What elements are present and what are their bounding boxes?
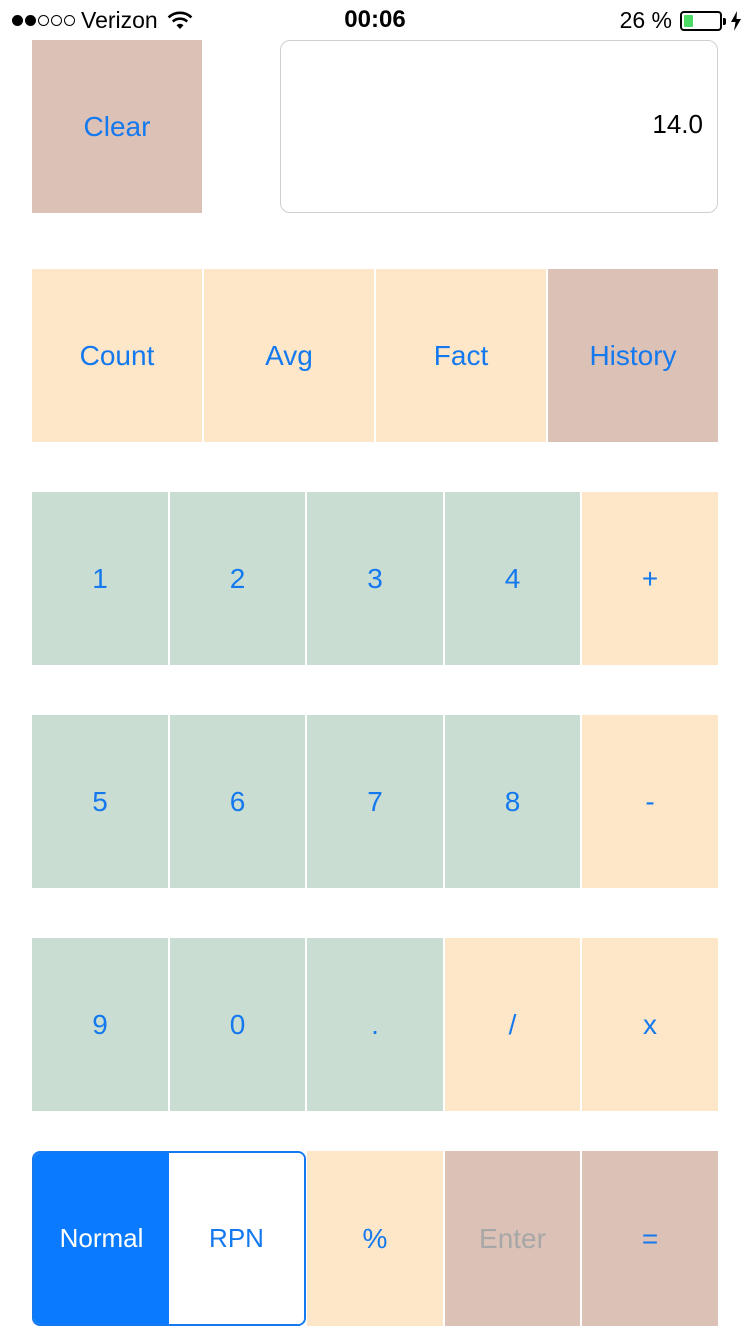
decimal-point-button[interactable]: .	[307, 938, 443, 1111]
digit-0-button[interactable]: 0	[170, 938, 305, 1111]
digit-3-button[interactable]: 3	[307, 492, 443, 665]
percent-button[interactable]: %	[307, 1151, 443, 1326]
subtract-button[interactable]: -	[582, 715, 718, 888]
add-button[interactable]: +	[582, 492, 718, 665]
charging-bolt-icon	[731, 10, 741, 31]
fact-button[interactable]: Fact	[376, 269, 546, 442]
digit-4-button[interactable]: 4	[445, 492, 580, 665]
digit-9-button[interactable]: 9	[32, 938, 168, 1111]
status-bar: Verizon 00:06 26 %	[0, 0, 750, 40]
clear-button[interactable]: Clear	[32, 40, 202, 213]
battery-percent: 26 %	[619, 7, 672, 33]
avg-button[interactable]: Avg	[204, 269, 374, 442]
digit-7-button[interactable]: 7	[307, 715, 443, 888]
divide-button[interactable]: /	[445, 938, 580, 1111]
result-display: 14.0	[280, 40, 718, 213]
history-button[interactable]: History	[548, 269, 718, 442]
digit-5-button[interactable]: 5	[32, 715, 168, 888]
battery-nub	[723, 17, 726, 25]
status-right: 26 %	[620, 7, 742, 34]
battery-level	[684, 14, 693, 27]
digit-1-button[interactable]: 1	[32, 492, 168, 665]
equals-button[interactable]: =	[582, 1151, 718, 1326]
digit-6-button[interactable]: 6	[170, 715, 305, 888]
multiply-button[interactable]: x	[582, 938, 718, 1111]
mode-rpn-segment[interactable]: RPN	[169, 1153, 304, 1324]
digit-2-button[interactable]: 2	[170, 492, 305, 665]
mode-normal-segment[interactable]: Normal	[34, 1153, 169, 1324]
digit-8-button[interactable]: 8	[445, 715, 580, 888]
battery-icon	[680, 10, 726, 31]
count-button[interactable]: Count	[32, 269, 202, 442]
mode-segmented-control: Normal RPN	[32, 1151, 306, 1326]
display-value: 14.0	[652, 109, 703, 139]
enter-button[interactable]: Enter	[445, 1151, 580, 1326]
